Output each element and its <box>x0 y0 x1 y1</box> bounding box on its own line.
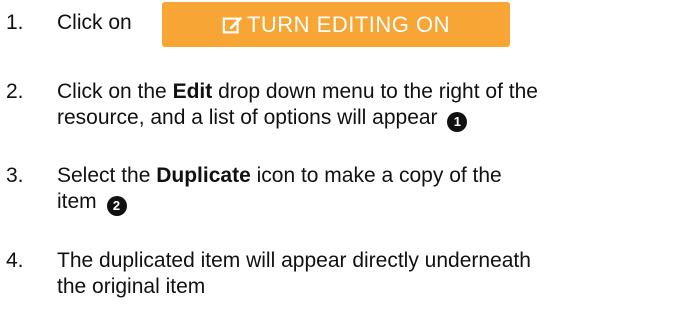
step-line-1: Select the Duplicate icon to make a copy… <box>57 163 687 189</box>
step-number: 4. <box>6 249 24 272</box>
step-text-part: drop down menu to the right of the <box>212 80 538 103</box>
step-number: 2. <box>6 80 24 103</box>
step-number: 1. <box>6 11 24 34</box>
step-line-2: item 2 <box>57 189 687 216</box>
step-text-part: icon to make a copy of the <box>250 164 502 187</box>
callout-badge-1: 1 <box>447 112 468 132</box>
callout-badge-2: 2 <box>106 196 127 216</box>
step-text-part: item <box>57 190 97 213</box>
pencil-square-icon <box>222 16 243 33</box>
step-text-part: resource, and a list of options will app… <box>57 106 438 129</box>
duplicate-term: Duplicate <box>156 164 251 187</box>
step-text-part: Select the <box>57 164 157 187</box>
turn-editing-on-label: TURN EDITING ON <box>246 11 451 37</box>
step-text-part: Click on the <box>57 80 173 103</box>
step-text: The duplicated item will appear directly… <box>57 248 687 300</box>
edit-term: Edit <box>172 80 213 103</box>
step-text: Click on the Edit drop down menu to the … <box>57 79 687 132</box>
turn-editing-on-button[interactable]: TURN EDITING ON <box>162 2 510 47</box>
step-line-2: resource, and a list of options will app… <box>57 105 687 132</box>
step-line-2: the original item <box>57 275 206 298</box>
step-line-1: The duplicated item will appear directly… <box>57 249 531 272</box>
step-line-1: Click on the Edit drop down menu to the … <box>57 79 687 105</box>
step-text: Select the Duplicate icon to make a copy… <box>57 163 687 216</box>
step-number: 3. <box>6 164 24 187</box>
